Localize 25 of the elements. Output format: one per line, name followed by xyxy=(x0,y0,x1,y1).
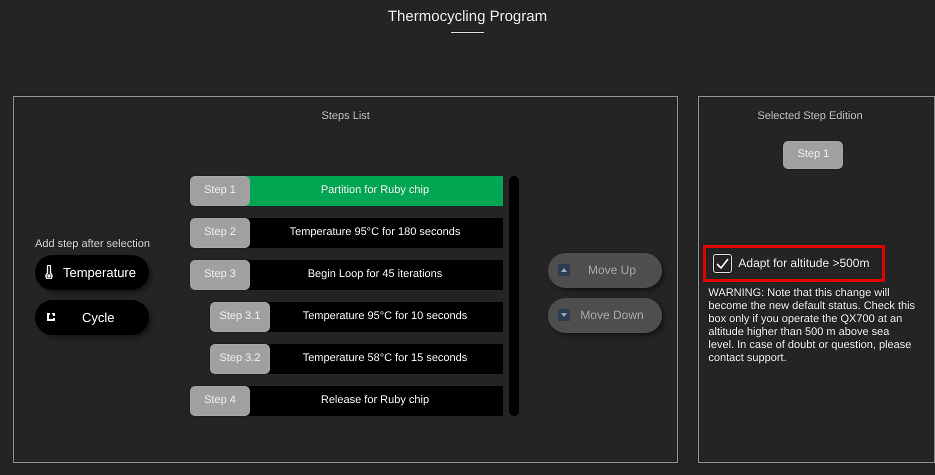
step-label: Step 1 xyxy=(783,140,844,168)
step-row[interactable]: Temperature 58°C for 15 seconds xyxy=(267,344,503,374)
panel-title: Selected Step Edition xyxy=(757,109,864,124)
cycle-icon xyxy=(45,311,57,324)
temperature-button[interactable]: Temperature xyxy=(35,254,149,290)
step-row[interactable]: Temperature 95°C for 180 seconds xyxy=(247,218,503,248)
checkbox[interactable] xyxy=(713,254,732,272)
step-row[interactable]: Release for Ruby chip xyxy=(247,386,503,416)
window-title: Thermocycling Program xyxy=(388,7,548,27)
scrollbar[interactable] xyxy=(509,176,519,416)
warning-text: WARNING: Note that this change will become the new default status. Check this box only if you operate the QX700 at an altitude higher than 500 m above sea level. In case of doubt or question, please contact support. xyxy=(708,286,916,364)
step-row[interactable]: Temperature 95°C for 10 seconds xyxy=(267,302,503,332)
step-row[interactable]: Begin Loop for 45 iterations xyxy=(247,260,503,290)
checkbox-label: Adapt for altitude >500m xyxy=(738,255,870,272)
step-label: Step 1 xyxy=(190,176,250,206)
step-label: Step 3.2 xyxy=(210,344,270,374)
step-label: Step 3.1 xyxy=(210,302,270,332)
add-step-label: Add step after selection xyxy=(35,237,149,252)
step-label: Step 4 xyxy=(190,386,250,416)
check-icon xyxy=(716,258,730,268)
cycle-button[interactable]: Cycle xyxy=(35,300,149,335)
thermometer-icon xyxy=(45,265,53,280)
step-label: Step 3 xyxy=(190,260,250,290)
panel-title: Steps List xyxy=(320,109,371,124)
step-label: Step 2 xyxy=(190,218,250,248)
